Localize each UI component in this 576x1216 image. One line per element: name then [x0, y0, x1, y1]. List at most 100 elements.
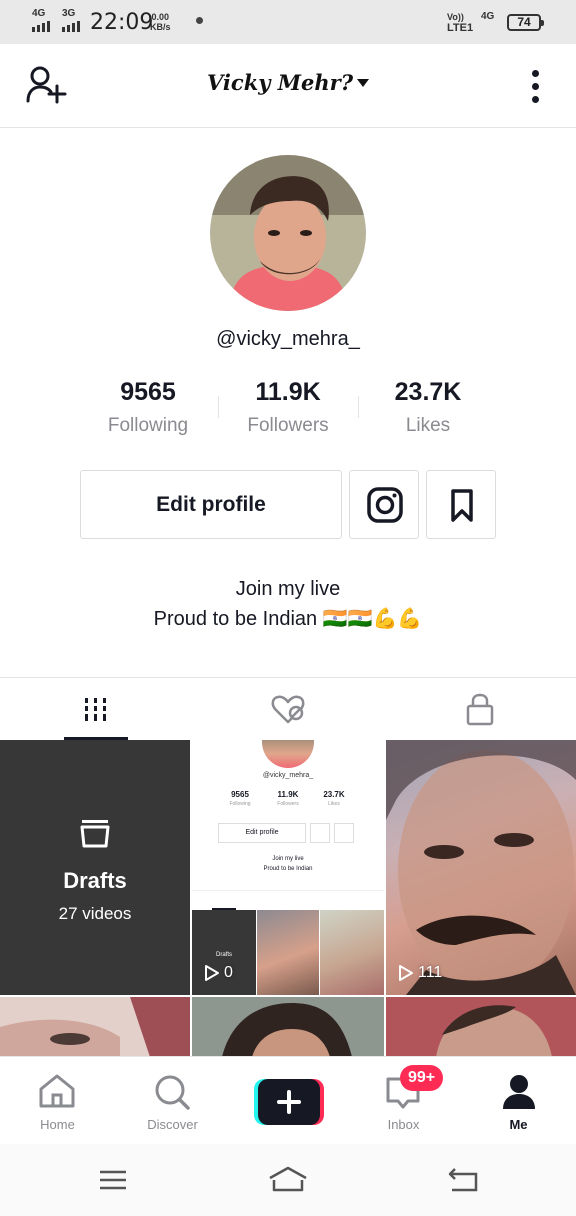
- play-icon: [205, 965, 219, 981]
- stat-following[interactable]: 9565 Following: [78, 378, 218, 437]
- network-type-2: 3G: [62, 8, 76, 19]
- following-count: 9565: [120, 378, 176, 406]
- video-thumbnail[interactable]: 111: [386, 740, 576, 995]
- view-count: 111: [398, 964, 442, 982]
- mini-edit-profile: Edit profile: [218, 823, 306, 843]
- thumbnail-image: [192, 997, 384, 1056]
- drafts-title: Drafts: [63, 868, 127, 893]
- plus-icon: [254, 1079, 324, 1125]
- mini-avatar: [262, 740, 314, 768]
- nav-home[interactable]: Home: [0, 1057, 115, 1145]
- drafts-icon: [80, 820, 110, 848]
- nav-discover-label: Discover: [147, 1117, 198, 1132]
- stat-likes[interactable]: 23.7K Likes: [358, 378, 498, 437]
- hidden-heart-icon: [271, 695, 305, 724]
- notification-dot: [196, 17, 203, 24]
- play-icon: [399, 965, 413, 981]
- nav-me[interactable]: Me: [461, 1057, 576, 1145]
- mini-handle: @vicky_mehra_: [262, 772, 314, 779]
- more-options-button[interactable]: [524, 70, 548, 104]
- mini-instagram-icon: [310, 823, 330, 843]
- video-thumbnail[interactable]: @vicky_mehra_ 9565 Following 11.9K Follo…: [192, 740, 384, 995]
- profile-header: Vicky Mehr?: [0, 44, 576, 128]
- network-type-1: 4G: [32, 8, 46, 19]
- mini-bio-1: Join my live: [272, 856, 304, 862]
- chevron-down-icon: [357, 79, 369, 87]
- edit-profile-button[interactable]: Edit profile: [80, 470, 342, 539]
- status-bar: 4G 3G 22:09 0.00 KB/s Vo)) LTE1 4G 74: [0, 0, 576, 44]
- instagram-icon: [367, 487, 403, 523]
- tab-liked[interactable]: [192, 678, 384, 740]
- account-switcher[interactable]: Vicky Mehr?: [180, 70, 396, 95]
- avatar[interactable]: [210, 155, 366, 311]
- mini-bio-2: Proud to be Indian: [263, 866, 313, 872]
- signal-icon: [32, 21, 50, 32]
- thumbnail-image: [386, 740, 576, 995]
- bio-line-1: Join my live: [235, 578, 341, 600]
- network-type-right: 4G: [481, 11, 495, 22]
- status-time: 22:09: [90, 10, 154, 35]
- avatar-image: [210, 155, 366, 311]
- followers-count: 11.9K: [255, 378, 321, 406]
- drafts-tile[interactable]: Drafts 27 videos: [0, 740, 190, 995]
- mini-following-label: Following: [229, 801, 251, 807]
- thumbnail-image: [0, 997, 190, 1056]
- mini-thumbnail: [320, 910, 384, 995]
- bookmark-icon: [451, 489, 473, 522]
- mini-likes-label: Likes: [328, 801, 340, 807]
- video-thumbnail[interactable]: [386, 997, 576, 1056]
- mini-likes: 23.7K: [323, 790, 345, 799]
- search-icon: [155, 1075, 190, 1110]
- add-user-icon: [26, 66, 67, 104]
- followers-label: Followers: [247, 415, 329, 436]
- likes-count: 23.7K: [394, 378, 462, 406]
- mini-followers-label: Followers: [277, 801, 299, 807]
- mini-tab-divider: [192, 890, 384, 891]
- mini-bookmark-icon: [334, 823, 354, 843]
- instagram-button[interactable]: [349, 470, 419, 539]
- network-speed: 0.00 KB/s: [150, 12, 171, 32]
- home-outline-icon: [269, 1166, 307, 1192]
- back-system-button[interactable]: [442, 1164, 484, 1196]
- battery-level: 74: [517, 15, 531, 29]
- nav-inbox-label: Inbox: [387, 1117, 420, 1132]
- signal-icon-2: [62, 21, 80, 32]
- speed-value: 0.00: [151, 12, 170, 22]
- following-label: Following: [107, 415, 189, 436]
- profile-handle: @vicky_mehra_: [216, 328, 360, 350]
- bio-line-2: Proud to be Indian 🇮🇳🇮🇳💪💪: [0, 606, 576, 631]
- grid-icon: [85, 698, 106, 721]
- video-grid: Drafts 27 videos @vicky_mehra_ 9565 Foll…: [0, 740, 576, 1056]
- mini-drafts-tile: Drafts: [192, 910, 256, 995]
- home-icon: [39, 1074, 75, 1108]
- header-username: Vicky Mehr?: [207, 70, 353, 95]
- nav-home-label: Home: [40, 1117, 75, 1132]
- system-navigation-bar: [0, 1144, 576, 1216]
- bio-text: Proud to be Indian: [153, 608, 318, 630]
- nav-discover[interactable]: Discover: [115, 1057, 230, 1145]
- likes-label: Likes: [405, 415, 451, 436]
- lock-icon: [466, 693, 494, 726]
- stat-followers[interactable]: 11.9K Followers: [218, 378, 358, 437]
- bio-emoji: 🇮🇳🇮🇳💪💪: [322, 606, 423, 630]
- profile-tabs: [0, 677, 576, 740]
- video-thumbnail[interactable]: [0, 997, 190, 1056]
- mini-drafts-label: Drafts: [215, 952, 232, 958]
- volte-indicator: Vo)) LTE1: [447, 12, 473, 34]
- video-thumbnail[interactable]: [192, 997, 384, 1056]
- view-count-value: 111: [418, 964, 443, 981]
- home-system-button[interactable]: [266, 1164, 310, 1196]
- thumbnail-image: [386, 997, 576, 1056]
- back-icon: [448, 1168, 478, 1192]
- tab-videos[interactable]: [0, 678, 192, 740]
- favorites-button[interactable]: [426, 470, 496, 539]
- drafts-count: 27 videos: [58, 904, 132, 923]
- view-count-value: 0: [224, 964, 233, 981]
- add-friend-button[interactable]: [24, 64, 70, 108]
- mini-thumbnail: [257, 910, 319, 995]
- create-video-button[interactable]: [254, 1079, 324, 1125]
- recents-button[interactable]: [92, 1164, 134, 1196]
- speed-unit: KB/s: [150, 22, 171, 32]
- mini-following: 9565: [231, 790, 249, 799]
- tab-private[interactable]: [384, 678, 576, 740]
